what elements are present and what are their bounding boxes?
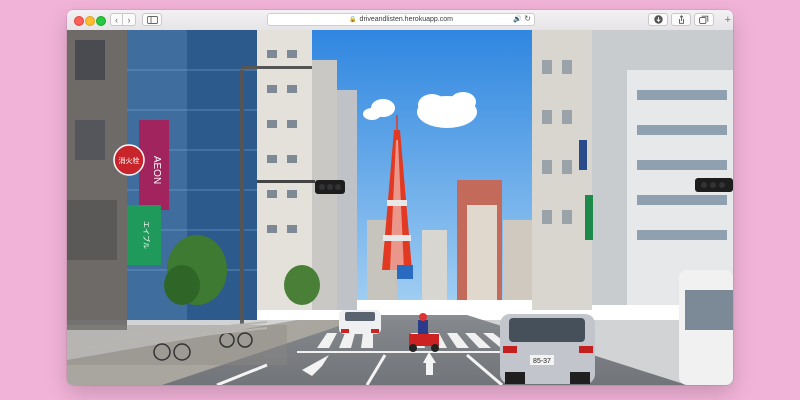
lock-icon: 🔒 <box>349 17 357 23</box>
green-sign: エイブル <box>142 221 151 249</box>
browser-toolbar: ‹ › 🔒 driveandlisten.herokuapp.com 🔊 ↻ + <box>67 10 733 31</box>
minimize-icon[interactable] <box>85 16 95 26</box>
aeon-sign: AEON <box>151 156 162 184</box>
street-view-video[interactable]: AEON 消火栓 エイブル 85-37 <box>67 30 733 385</box>
license-plate: 85-37 <box>533 358 551 365</box>
hydrant-sign: 消火栓 <box>119 156 140 165</box>
white-sedan <box>339 310 381 334</box>
close-icon[interactable] <box>74 16 84 26</box>
back-button[interactable]: ‹ <box>110 13 123 26</box>
back-icon: ‹ <box>115 14 118 25</box>
forward-icon: › <box>127 14 131 25</box>
silver-hatchback: 85-37 <box>500 314 595 384</box>
share-button[interactable] <box>671 13 691 26</box>
reload-icon[interactable]: ↻ <box>524 14 531 23</box>
download-button[interactable] <box>648 13 668 26</box>
browser-window: ‹ › 🔒 driveandlisten.herokuapp.com 🔊 ↻ +… <box>67 10 733 385</box>
speaker-icon[interactable]: 🔊 <box>513 15 522 23</box>
right-buildings <box>532 30 733 310</box>
tabs-button[interactable] <box>694 13 714 26</box>
add-tab-icon[interactable]: + <box>725 14 731 26</box>
zoom-icon[interactable] <box>96 16 106 26</box>
forward-button[interactable]: › <box>123 13 136 26</box>
white-van <box>679 270 733 385</box>
tabs-icon <box>699 15 709 24</box>
sidebar-icon <box>146 15 158 24</box>
share-icon <box>678 15 684 24</box>
url-text: driveandlisten.herokuapp.com <box>359 16 453 23</box>
address-bar[interactable]: 🔒 driveandlisten.herokuapp.com 🔊 ↻ <box>267 13 535 26</box>
sidebar-button[interactable] <box>142 13 162 26</box>
street-scene: AEON 消火栓 エイブル 85-37 <box>67 30 733 385</box>
download-icon <box>653 15 663 24</box>
